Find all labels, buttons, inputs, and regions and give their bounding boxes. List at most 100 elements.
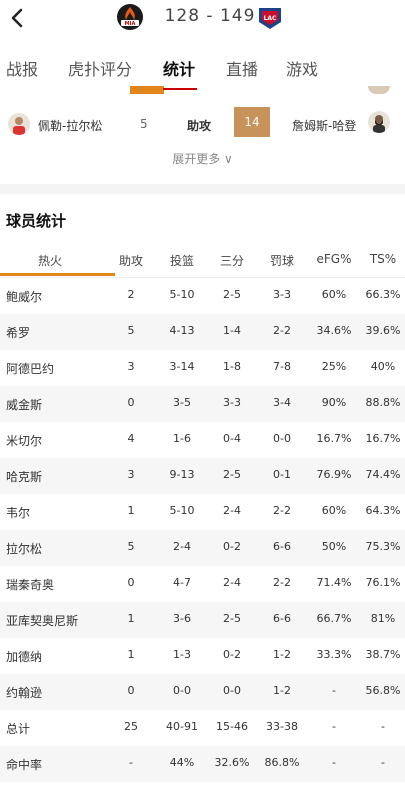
tab-ratings[interactable]: 虎扑评分 — [68, 56, 132, 80]
ft-cell: 0-1 — [273, 468, 291, 481]
three-pt-cell: 1-4 — [223, 324, 241, 337]
ts-cell: 39.6% — [365, 324, 401, 337]
ft-cell: 7-8 — [273, 360, 291, 373]
ft-cell: 6-6 — [273, 540, 291, 553]
col-assists[interactable]: 助攻 — [115, 252, 147, 269]
table-header: 热火 助攻 投篮 三分 罚球 eFG% TS% — [0, 242, 405, 278]
table-row[interactable]: 鲍威尔 2 5-10 2-5 3-3 60% 66.3% — [0, 278, 405, 314]
table-row[interactable]: 韦尔 1 5-10 2-4 2-2 60% 64.3% — [0, 494, 405, 530]
left-player-name: 佩勒-拉尔松 — [38, 119, 103, 133]
three-pt-cell: 2-4 — [223, 576, 241, 589]
fg-cell: 9-13 — [169, 468, 195, 481]
assists-cell: 1 — [127, 648, 135, 661]
player-name: 希罗 — [6, 326, 31, 340]
table-row[interactable]: 亚库契奥尼斯 1 3-6 2-5 6-6 66.7% 81% — [0, 602, 405, 638]
efg-cell: 33.3% — [316, 648, 352, 661]
efg-cell: 60% — [321, 288, 347, 301]
table-row[interactable]: 米切尔 4 1-6 0-4 0-0 16.7% 16.7% — [0, 422, 405, 458]
table-row[interactable]: 约翰逊 0 0-0 0-0 1-2 - 56.8% — [0, 674, 405, 710]
fg-cell: 44% — [169, 756, 195, 769]
three-pt-cell: 2-5 — [223, 288, 241, 301]
ft-cell: 2-2 — [273, 504, 291, 517]
efg-cell: - — [332, 720, 336, 733]
col-3pt[interactable]: 三分 — [217, 252, 247, 269]
assists-cell: 4 — [127, 432, 135, 445]
ts-cell: 88.8% — [365, 396, 401, 409]
assists-cell: 3 — [127, 468, 135, 481]
table-row[interactable]: 威金斯 0 3-5 3-3 3-4 90% 88.8% — [0, 386, 405, 422]
top-bar: MIA 128 - 149 LAC — [0, 0, 405, 38]
three-pt-cell: 2-5 — [223, 612, 241, 625]
assists-cell: 0 — [127, 684, 135, 697]
tab-live[interactable]: 直播 — [226, 56, 258, 80]
col-fg[interactable]: 投篮 — [162, 252, 202, 269]
player-name: 鲍威尔 — [6, 290, 43, 304]
ts-cell: 38.7% — [365, 648, 401, 661]
ft-cell: 86.8% — [264, 756, 300, 769]
ts-cell: - — [381, 756, 385, 769]
ts-cell: 56.8% — [365, 684, 401, 697]
table-row[interactable]: 哈克斯 3 9-13 2-5 0-1 76.9% 74.4% — [0, 458, 405, 494]
three-pt-cell: 2-4 — [223, 504, 241, 517]
col-efg[interactable]: eFG% — [313, 252, 355, 266]
back-arrow-icon[interactable] — [6, 5, 30, 31]
ft-cell: 0-0 — [273, 432, 291, 445]
table-row[interactable]: 加德纳 1 1-3 0-2 1-2 33.3% 38.7% — [0, 638, 405, 674]
stat-label: 助攻 — [187, 119, 212, 133]
table-row[interactable]: 阿德巴约 3 3-14 1-8 7-8 25% 40% — [0, 350, 405, 386]
table-row[interactable]: 希罗 5 4-13 1-4 2-2 34.6% 39.6% — [0, 314, 405, 350]
section-divider — [0, 184, 405, 194]
player-name: 米切尔 — [6, 434, 43, 448]
player-name: 威金斯 — [6, 398, 43, 412]
ft-cell: 3-4 — [273, 396, 291, 409]
col-ts[interactable]: TS% — [363, 252, 403, 266]
ts-cell: 81% — [370, 612, 396, 625]
ft-cell: 33-38 — [266, 720, 298, 733]
fg-cell: 2-4 — [173, 540, 191, 553]
efg-cell: 25% — [321, 360, 347, 373]
fg-cell: 5-10 — [169, 288, 195, 301]
three-pt-cell: 3-3 — [223, 396, 241, 409]
efg-cell: 90% — [321, 396, 347, 409]
table-row[interactable]: 拉尔松 5 2-4 0-2 6-6 50% 75.3% — [0, 530, 405, 566]
ts-cell: 74.4% — [365, 468, 401, 481]
efg-cell: 71.4% — [316, 576, 352, 589]
clipped-compare-row — [0, 86, 405, 94]
tab-stats[interactable]: 统计 — [163, 56, 195, 80]
tab-report[interactable]: 战报 — [6, 56, 38, 80]
three-pt-cell: 2-5 — [223, 468, 241, 481]
table-row[interactable]: 瑞秦奇奥 0 4-7 2-4 2-2 71.4% 76.1% — [0, 566, 405, 602]
player-name: 瑞秦奇奥 — [6, 578, 55, 592]
right-player-avatar — [368, 111, 390, 133]
assists-cell: 0 — [127, 576, 135, 589]
three-pt-cell: 0-0 — [223, 684, 241, 697]
svg-text:LAC: LAC — [264, 15, 277, 22]
assists-cell: - — [129, 756, 133, 769]
table-row: 命中率 - 44% 32.6% 86.8% - - — [0, 746, 405, 782]
player-name: 阿德巴约 — [6, 362, 55, 376]
efg-cell: 60% — [321, 504, 347, 517]
tab-bar: 战报 虎扑评分 统计 直播 游戏 — [0, 38, 405, 92]
ts-cell: 66.3% — [365, 288, 401, 301]
col-team[interactable]: 热火 — [38, 252, 62, 269]
assists-cell: 3 — [127, 360, 135, 373]
fg-cell: 3-6 — [173, 612, 191, 625]
ft-cell: 3-3 — [273, 288, 291, 301]
table-row: 总计 25 40-91 15-46 33-38 - - — [0, 710, 405, 746]
three-pt-cell: 1-8 — [223, 360, 241, 373]
expand-more-link[interactable]: 展开更多 ∨ — [0, 150, 405, 167]
fg-cell: 3-14 — [169, 360, 195, 373]
three-pt-cell: 0-2 — [223, 648, 241, 661]
assists-cell: 0 — [127, 396, 135, 409]
efg-cell: 34.6% — [316, 324, 352, 337]
col-ft[interactable]: 罚球 — [265, 252, 299, 269]
fg-cell: 3-5 — [173, 396, 191, 409]
ts-cell: - — [381, 720, 385, 733]
fg-cell: 0-0 — [173, 684, 191, 697]
fg-cell: 1-6 — [173, 432, 191, 445]
efg-cell: - — [332, 756, 336, 769]
efg-cell: 50% — [321, 540, 347, 553]
assists-cell: 5 — [127, 324, 135, 337]
tab-games[interactable]: 游戏 — [286, 56, 318, 80]
assists-cell: 5 — [127, 540, 135, 553]
